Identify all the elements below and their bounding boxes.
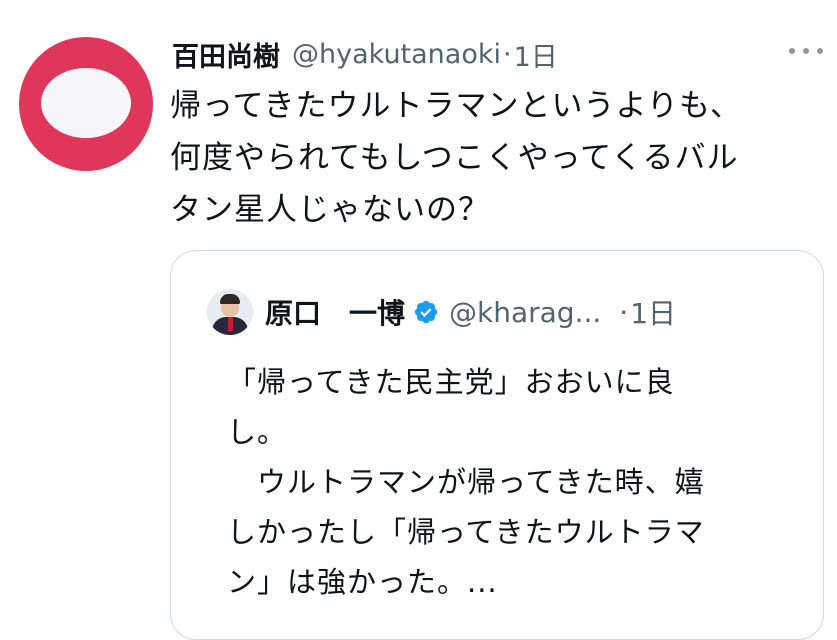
user-handle[interactable]: @hyakutanaoki (292, 39, 501, 70)
quoted-tweet-text: 「帰ってきた民主党」おおいに良 し。 ウルトラマンが帰ってきた時、嬉 しかったし… (227, 357, 807, 607)
quoted-timestamp[interactable]: 1日 (630, 292, 676, 332)
separator-dot: · (619, 295, 629, 329)
tweet[interactable]: 百田尚樹 @hyakutanaoki · 1日 帰ってきたウルトラマンというより… (0, 0, 837, 640)
quoted-text-line: ン」は強かった。... (227, 565, 498, 599)
timestamp[interactable]: 1日 (514, 35, 558, 74)
tweet-text: 帰ってきたウルトラマンというよりも、 何度やられてもしつこくやってくるバル タン… (170, 80, 830, 236)
quoted-avatar[interactable] (207, 289, 253, 335)
tweet-text-line: 何度やられてもしつこくやってくるバル (170, 140, 739, 176)
more-dot (789, 48, 795, 54)
display-name[interactable]: 百田尚樹 (172, 35, 280, 74)
quoted-text-line: ウルトラマンが帰ってきた時、嬉 (227, 465, 705, 499)
avatar-hair (220, 294, 240, 304)
more-dot (817, 48, 823, 54)
tweet-text-line: タン星人じゃないの？ (170, 192, 490, 228)
tweet-text-line: 帰ってきたウルトラマンというよりも、 (170, 88, 742, 124)
quoted-user-handle[interactable]: @kharag... (449, 296, 601, 329)
quoted-text-line: し。 (227, 415, 288, 449)
quoted-display-name[interactable]: 原口 一博 (265, 292, 405, 332)
avatar[interactable] (19, 37, 153, 171)
separator-dot: · (503, 38, 512, 70)
avatar-image (41, 68, 131, 138)
quoted-tweet-card[interactable]: 原口 一博 @kharag... · 1日 「帰ってきた民主党」おおいに良 し。… (170, 250, 824, 640)
more-dot (803, 48, 809, 54)
quoted-tweet-header: 原口 一博 @kharag... · 1日 (207, 287, 676, 337)
verified-badge-icon (414, 300, 438, 324)
avatar-tie (228, 317, 233, 331)
quoted-text-line: しかったし「帰ってきたウルトラマ (227, 515, 705, 549)
tweet-header: 百田尚樹 @hyakutanaoki · 1日 (172, 32, 558, 76)
more-horizontal-icon[interactable] (789, 44, 823, 58)
quoted-text-line: 「帰ってきた民主党」おおいに良 (227, 365, 675, 399)
